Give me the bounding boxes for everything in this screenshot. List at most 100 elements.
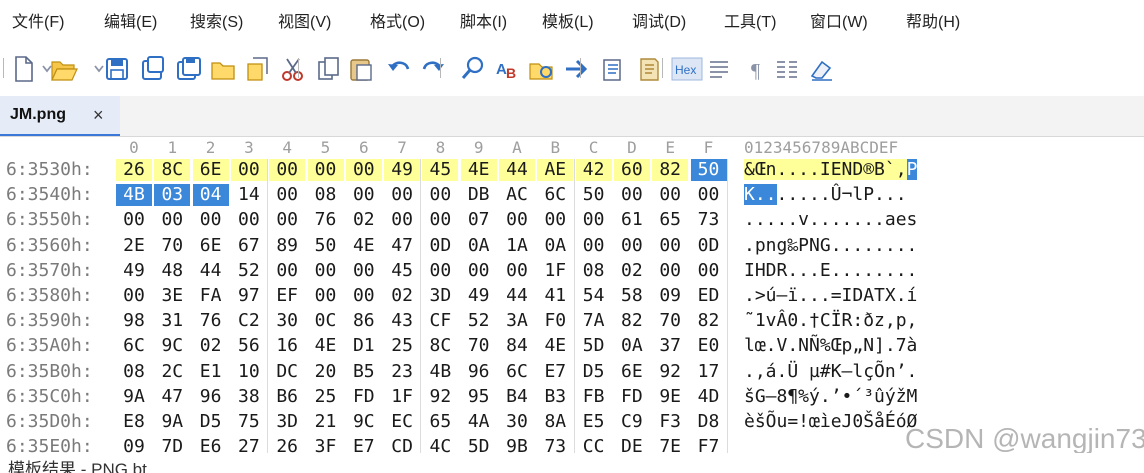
hex-byte[interactable]: 00 <box>691 184 727 206</box>
hex-byte[interactable]: 4D <box>691 386 727 408</box>
hex-byte[interactable]: E0 <box>691 335 727 357</box>
hex-byte[interactable]: D1 <box>346 335 382 357</box>
hex-byte[interactable]: 6E <box>192 159 229 181</box>
copy-icon[interactable] <box>312 52 346 86</box>
hex-byte[interactable]: 00 <box>614 235 650 257</box>
hex-byte[interactable]: 00 <box>345 159 382 181</box>
menu-item-3[interactable]: 视图(V) <box>278 12 331 34</box>
hex-byte[interactable]: 4E <box>346 235 382 257</box>
hex-byte[interactable]: E5 <box>576 411 612 433</box>
hex-byte[interactable]: 49 <box>384 159 421 181</box>
menu-item-8[interactable]: 工具(T) <box>724 12 776 34</box>
ascii-row[interactable]: K.......Û¬lP... <box>744 184 954 206</box>
hex-byte[interactable]: AC <box>499 184 535 206</box>
hex-byte[interactable]: 97 <box>231 285 267 307</box>
hex-byte[interactable]: 4B <box>116 184 152 207</box>
hex-byte[interactable]: F3 <box>652 411 688 433</box>
replace-icon[interactable]: AB <box>490 52 524 86</box>
hex-byte[interactable]: 70 <box>154 235 190 257</box>
hex-byte[interactable]: 43 <box>384 310 420 332</box>
save-all-icon[interactable] <box>172 52 206 86</box>
hex-byte[interactable]: 4E <box>460 159 497 181</box>
hex-byte[interactable]: 02 <box>614 260 650 282</box>
hex-byte[interactable]: 3D <box>422 285 458 307</box>
hex-byte[interactable]: B3 <box>537 386 573 408</box>
hex-byte[interactable]: 00 <box>499 209 535 231</box>
hex-byte[interactable]: 1F <box>537 260 573 282</box>
undo-icon[interactable] <box>382 52 416 86</box>
hex-byte[interactable]: 48 <box>154 260 190 282</box>
hex-byte[interactable]: 8C <box>422 335 458 357</box>
open-folder-icon[interactable] <box>46 52 80 86</box>
hex-byte[interactable]: 00 <box>269 260 305 282</box>
copy-file-icon[interactable] <box>240 52 274 86</box>
hex-byte[interactable]: 00 <box>269 209 305 231</box>
hex-byte[interactable]: 03 <box>154 184 191 207</box>
hex-byte[interactable]: 6E <box>614 361 650 383</box>
clear-format-icon[interactable] <box>804 52 838 86</box>
hex-byte[interactable]: DB <box>461 184 497 206</box>
hex-byte[interactable]: 45 <box>384 260 420 282</box>
hex-byte[interactable]: 14 <box>231 184 267 206</box>
hex-byte[interactable]: 00 <box>231 209 267 231</box>
hex-byte[interactable]: E7 <box>537 361 573 383</box>
hex-byte[interactable]: 50 <box>690 159 727 181</box>
menu-item-5[interactable]: 脚本(I) <box>460 12 507 34</box>
ascii-row[interactable]: ˜1vÂ0.†CÏR:ðz‚p‚ <box>744 310 954 332</box>
hex-byte[interactable]: 44 <box>499 285 535 307</box>
hex-byte[interactable]: 0D <box>691 235 727 257</box>
hex-byte[interactable]: 49 <box>116 260 152 282</box>
hex-byte[interactable]: 00 <box>422 184 458 206</box>
hex-byte[interactable]: 65 <box>422 411 458 433</box>
ascii-row[interactable]: .....v.......aes <box>744 209 954 231</box>
hex-byte[interactable]: 8A <box>537 411 573 433</box>
hex-byte[interactable]: 4A <box>461 411 497 433</box>
hex-byte[interactable]: 76 <box>193 310 229 332</box>
hex-byte[interactable]: 61 <box>614 209 650 231</box>
hex-byte[interactable]: 82 <box>652 159 689 181</box>
tab-jm-png[interactable]: JM.png × <box>0 96 120 136</box>
ascii-row[interactable]: šG–8¶%ý.’•´³ûýžM <box>744 386 954 408</box>
edit-as-text-icon[interactable] <box>702 52 736 86</box>
ascii-row[interactable]: .>ú—ï...=IDATX.í <box>744 285 954 307</box>
hex-byte[interactable]: 76 <box>308 209 344 231</box>
redo-icon[interactable] <box>416 52 450 86</box>
hex-byte[interactable]: D5 <box>576 361 612 383</box>
hex-byte[interactable]: EF <box>269 285 305 307</box>
hex-byte[interactable]: CF <box>422 310 458 332</box>
hex-byte[interactable]: 6C <box>537 184 573 206</box>
hex-byte[interactable]: 45 <box>422 159 459 181</box>
hex-byte[interactable]: 2E <box>116 235 152 257</box>
hex-byte[interactable]: 00 <box>154 209 190 231</box>
menu-item-4[interactable]: 格式(O) <box>370 12 425 34</box>
hex-byte[interactable]: 86 <box>346 310 382 332</box>
hex-byte[interactable]: 70 <box>652 310 688 332</box>
hex-byte[interactable]: 73 <box>691 209 727 231</box>
hex-byte[interactable]: 00 <box>422 260 458 282</box>
hex-byte[interactable]: 00 <box>230 159 267 181</box>
hex-byte[interactable]: FA <box>193 285 229 307</box>
hex-byte[interactable]: 16 <box>269 335 305 357</box>
hex-mode-icon[interactable]: Hex <box>670 52 704 86</box>
hex-byte[interactable]: 07 <box>461 209 497 231</box>
hex-byte[interactable]: 00 <box>308 285 344 307</box>
hex-byte[interactable]: 2C <box>154 361 190 383</box>
hex-byte[interactable]: 58 <box>614 285 650 307</box>
hex-byte[interactable]: 6C <box>499 361 535 383</box>
hex-byte[interactable]: 17 <box>691 361 727 383</box>
hex-byte[interactable]: 60 <box>613 159 650 181</box>
hex-byte[interactable]: 75 <box>231 411 267 433</box>
hex-byte[interactable]: 96 <box>193 386 229 408</box>
hex-byte[interactable]: 44 <box>193 260 229 282</box>
hex-byte[interactable]: B6 <box>269 386 305 408</box>
menu-item-7[interactable]: 调试(D) <box>632 12 686 34</box>
hex-byte[interactable]: 00 <box>422 209 458 231</box>
hex-byte[interactable]: D8 <box>691 411 727 433</box>
hex-byte[interactable]: 0D <box>422 235 458 257</box>
save-icon[interactable] <box>100 52 134 86</box>
hex-byte[interactable]: FD <box>346 386 382 408</box>
ascii-row[interactable]: &Œn....IEND®B`‚P <box>744 159 954 181</box>
ascii-row[interactable]: .png‰PNG........ <box>744 235 954 257</box>
hex-byte[interactable]: 02 <box>346 209 382 231</box>
hex-byte[interactable]: 41 <box>537 285 573 307</box>
